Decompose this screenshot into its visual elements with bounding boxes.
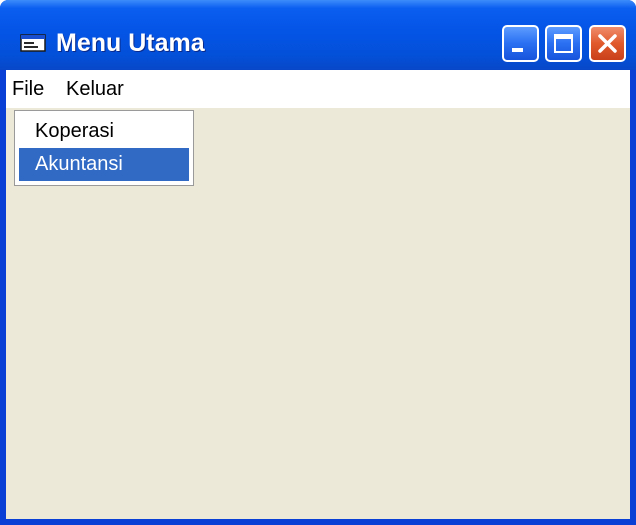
menu-bar: File Keluar [6,70,630,108]
maximize-icon [554,34,573,53]
close-icon [598,34,617,53]
window-title: Menu Utama [56,29,205,57]
client-area: File Keluar Koperasi Akuntansi [6,70,630,519]
close-button[interactable] [589,25,626,62]
menu-keluar[interactable]: Keluar [66,70,124,108]
form-icon [20,34,46,52]
menu-item-koperasi[interactable]: Koperasi [19,115,189,148]
menu-item-akuntansi[interactable]: Akuntansi [19,148,189,181]
file-dropdown-menu: Koperasi Akuntansi [14,110,194,186]
minimize-button[interactable] [502,25,539,62]
title-bar[interactable]: Menu Utama [0,0,636,70]
maximize-button[interactable] [545,25,582,62]
menu-file[interactable]: File [12,70,44,108]
main-window: Menu Utama File Keluar Koperasi Akuntans… [0,0,636,525]
minimize-icon [512,48,523,52]
